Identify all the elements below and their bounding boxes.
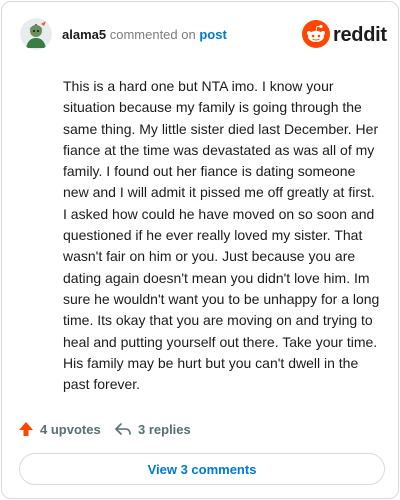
comment-card: alama5 commented on post reddit This is … bbox=[1, 1, 399, 499]
upvote-button[interactable]: 4 upvotes bbox=[18, 418, 101, 440]
user-avatar[interactable] bbox=[20, 18, 52, 50]
avatar-icon bbox=[20, 18, 52, 50]
upvote-arrow-icon bbox=[19, 422, 33, 436]
replies-count: 3 replies bbox=[138, 421, 191, 437]
post-link[interactable]: post bbox=[199, 27, 226, 42]
view-comments-button[interactable]: View 3 comments bbox=[19, 453, 385, 485]
replies-button[interactable]: 3 replies bbox=[114, 418, 191, 440]
reply-arrow-icon bbox=[115, 423, 131, 435]
reddit-logo-icon bbox=[302, 20, 330, 48]
reddit-wordmark: reddit bbox=[333, 24, 387, 46]
comment-header: alama5 commented on post reddit bbox=[20, 18, 387, 52]
comment-meta: alama5 commented on post bbox=[62, 27, 227, 42]
reddit-brand[interactable]: reddit bbox=[302, 20, 387, 48]
username-link[interactable]: alama5 bbox=[62, 27, 106, 42]
commented-on-text: commented on bbox=[109, 27, 196, 42]
comment-body: This is a hard one but NTA imo. I know y… bbox=[63, 78, 380, 393]
comment-actions: 4 upvotes 3 replies bbox=[18, 418, 384, 440]
upvote-count: 4 upvotes bbox=[40, 421, 101, 437]
